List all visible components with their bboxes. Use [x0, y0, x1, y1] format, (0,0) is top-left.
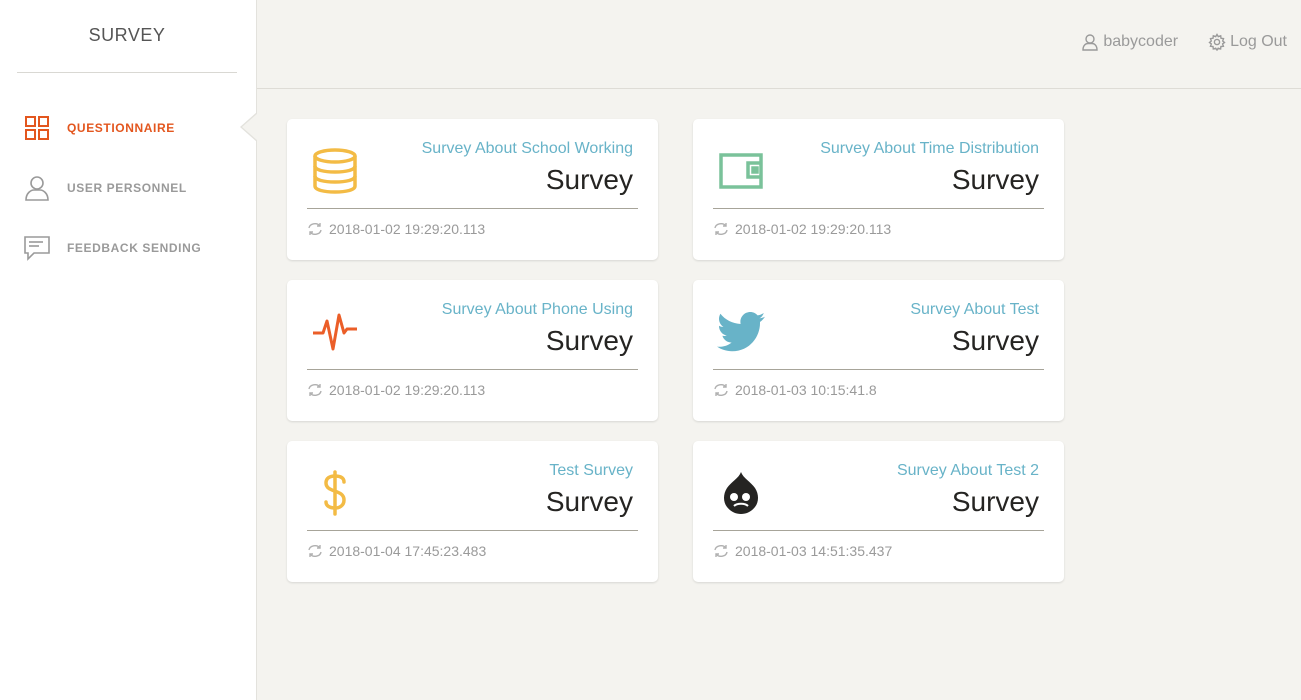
sidebar-item-questionnaire[interactable]: QUESTIONNAIRE — [0, 98, 258, 158]
divider — [713, 208, 1044, 209]
refresh-icon — [713, 222, 729, 236]
username-label: babycoder — [1103, 33, 1179, 50]
refresh-icon — [307, 544, 323, 558]
divider — [307, 530, 638, 531]
active-indicator-fill — [242, 113, 258, 141]
twitter-icon — [716, 307, 766, 357]
divider — [713, 369, 1044, 370]
divider — [307, 208, 638, 209]
brand-title[interactable]: SURVEY — [17, 0, 237, 73]
updated-timestamp: 2018-01-04 17:45:23.483 — [329, 543, 487, 559]
sidebar-item-user-personnel[interactable]: USER PERSONNEL — [0, 158, 257, 218]
sidebar-item-label: QUESTIONNAIRE — [67, 121, 175, 135]
user-menu-link[interactable]: babycoder — [1081, 33, 1178, 51]
card-value: Survey — [545, 486, 633, 517]
updated-timestamp: 2018-01-03 14:51:35.437 — [735, 543, 893, 559]
card-value: Survey — [951, 325, 1039, 356]
card-title[interactable]: Survey About School Working — [422, 140, 633, 158]
updated-timestamp: 2018-01-02 19:29:20.113 — [329, 382, 486, 398]
logout-label: Log Out — [1230, 33, 1287, 50]
drupal-icon — [716, 468, 766, 518]
card-footer: 2018-01-02 19:29:20.113 — [307, 382, 485, 398]
survey-card[interactable]: Test Survey Survey 2018-01-04 17:45:23.4… — [287, 441, 658, 582]
pulse-icon — [310, 307, 360, 357]
card-title[interactable]: Survey About Time Distribution — [820, 140, 1039, 158]
card-footer: 2018-01-04 17:45:23.483 — [307, 543, 486, 559]
dollar-icon — [310, 468, 360, 518]
survey-card[interactable]: Survey About Time Distribution Survey 20… — [693, 119, 1064, 260]
card-footer: 2018-01-03 10:15:41.8 — [713, 382, 877, 398]
card-value: Survey — [951, 164, 1039, 195]
refresh-icon — [713, 383, 729, 397]
sidebar-item-feedback-sending[interactable]: FEEDBACK SENDING — [0, 218, 257, 278]
grid-icon — [23, 114, 51, 142]
card-value: Survey — [951, 486, 1039, 517]
survey-card[interactable]: Survey About Test Survey 2018-01-03 10:1… — [693, 280, 1064, 421]
card-title[interactable]: Survey About Phone Using — [442, 301, 633, 319]
top-navbar: babycoder Log Out — [257, 0, 1301, 89]
refresh-icon — [307, 222, 323, 236]
card-footer: 2018-01-02 19:29:20.113 — [713, 221, 891, 237]
user-icon — [23, 174, 51, 202]
sidebar: SURVEY QUESTIONNAIRE USER PERSONNEL FEED… — [0, 0, 258, 700]
card-footer: 2018-01-03 14:51:35.437 — [713, 543, 892, 559]
sidebar-nav: QUESTIONNAIRE USER PERSONNEL FEEDBACK SE… — [0, 98, 258, 278]
refresh-icon — [713, 544, 729, 558]
sidebar-item-label: FEEDBACK SENDING — [67, 241, 202, 255]
card-value: Survey — [545, 164, 633, 195]
top-links: babycoder Log Out — [1051, 33, 1287, 51]
divider — [307, 369, 638, 370]
card-title[interactable]: Survey About Test 2 — [897, 462, 1039, 480]
updated-timestamp: 2018-01-02 19:29:20.113 — [329, 221, 486, 237]
card-title[interactable]: Test Survey — [549, 462, 633, 480]
card-footer: 2018-01-02 19:29:20.113 — [307, 221, 485, 237]
survey-card[interactable]: Survey About Phone Using Survey 2018-01-… — [287, 280, 658, 421]
survey-card[interactable]: Survey About School Working Survey 2018-… — [287, 119, 658, 260]
updated-timestamp: 2018-01-03 10:15:41.8 — [735, 382, 877, 398]
wallet-icon — [716, 146, 766, 196]
survey-card[interactable]: Survey About Test 2 Survey 2018-01-03 14… — [693, 441, 1064, 582]
chat-icon — [23, 234, 51, 262]
updated-timestamp: 2018-01-02 19:29:20.113 — [735, 221, 892, 237]
gear-icon — [1208, 33, 1226, 51]
divider — [713, 530, 1044, 531]
refresh-icon — [307, 383, 323, 397]
logout-link[interactable]: Log Out — [1208, 33, 1287, 51]
sidebar-item-label: USER PERSONNEL — [67, 181, 187, 195]
card-value: Survey — [545, 325, 633, 356]
database-icon — [310, 146, 360, 196]
card-title[interactable]: Survey About Test — [910, 301, 1039, 319]
user-icon — [1081, 33, 1099, 51]
